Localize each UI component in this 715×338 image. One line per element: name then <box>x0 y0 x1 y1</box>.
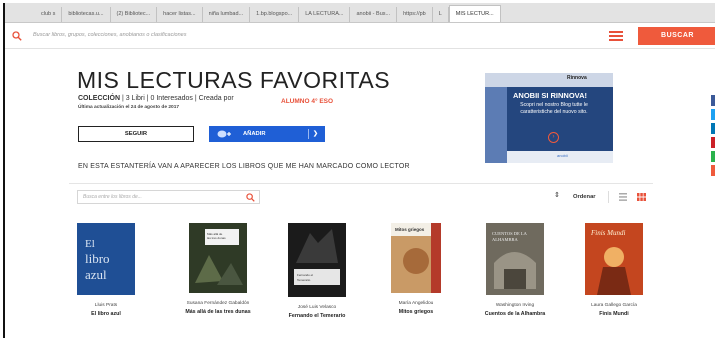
site-search-bar: Buscar libros, grupos, colecciones, anob… <box>5 25 715 49</box>
svg-text:azul: azul <box>85 267 107 282</box>
book-item[interactable]: Mitos griegos María Angelidou Mitos grie… <box>376 223 456 315</box>
browser-tab-active[interactable]: MIS LECTUR... <box>448 5 501 22</box>
book-title[interactable]: Fernando el Temerario <box>277 313 357 320</box>
library-search-placeholder: Busca entre los libros de... <box>83 194 142 200</box>
browser-tab[interactable]: hacer listas... <box>157 7 203 22</box>
menu-icon[interactable] <box>609 31 623 41</box>
search-icon[interactable] <box>246 193 255 202</box>
whatsapp-icon[interactable] <box>711 151 715 162</box>
list-view-icon[interactable] <box>619 193 627 201</box>
owner-link[interactable]: ALUMNO 4° ESO <box>281 98 333 105</box>
svg-text:Mitos griegos: Mitos griegos <box>395 227 425 232</box>
book-author[interactable]: Susana Fernández Gabaldón <box>178 301 258 307</box>
book-title[interactable]: El libro azul <box>66 311 146 318</box>
add-button-label: AÑADIR <box>243 131 266 137</box>
browser-tab[interactable]: bibliotecas.u... <box>62 7 111 22</box>
ad-headline: ANOBII SI RINNOVA! <box>513 91 588 100</box>
interested-count[interactable]: 0 Interesados <box>151 95 193 102</box>
page-title: MIS LECTURAS FAVORITAS <box>77 67 391 93</box>
shelf-description: EN ESTA ESTANTERÍA VAN A APARECER LOS LI… <box>78 163 410 170</box>
last-updated: Última actualización el 24 de agosto de … <box>78 105 180 110</box>
browser-tab[interactable]: (2) Bibliotec... <box>111 7 158 22</box>
facebook-icon[interactable] <box>711 95 715 106</box>
library-search-input[interactable]: Busca entre los libros de... <box>77 190 260 204</box>
browser-tab[interactable]: 1.bp.blogspo... <box>250 7 300 22</box>
search-button[interactable]: BUSCAR <box>638 27 715 45</box>
twitter-icon[interactable] <box>711 109 715 120</box>
sort-button[interactable]: Ordenar <box>573 194 596 200</box>
book-author[interactable]: Lluis Prats <box>66 303 146 309</box>
book-cover[interactable]: El libro azul <box>77 223 135 295</box>
book-item[interactable]: Más allá de las tres dunas Susana Fernán… <box>178 223 258 315</box>
linkedin-icon[interactable] <box>711 123 715 134</box>
ad-strip <box>485 73 613 87</box>
ad-body: Scopri nel nostro Blog tutte le caratter… <box>520 102 588 115</box>
browser-tab[interactable]: club s <box>35 7 63 22</box>
book-item[interactable]: El libro azul Lluis Prats El libro azul <box>66 223 146 317</box>
svg-text:El: El <box>85 238 95 250</box>
svg-text:Fernando el: Fernando el <box>297 273 313 277</box>
book-author[interactable]: Washington Irving <box>475 303 555 309</box>
browser-tab[interactable]: https://pb <box>397 7 433 22</box>
book-item[interactable]: Fernando el Temerario José Luis Velasco … <box>277 223 357 319</box>
ad-footer: anobii <box>507 151 613 163</box>
follow-button[interactable]: SEGUIR <box>78 126 194 142</box>
search-icon[interactable] <box>12 31 22 41</box>
ad-footer-logo: anobii <box>557 153 568 158</box>
add-shelf-icon <box>217 130 231 138</box>
book-cover[interactable]: Fernando el Temerario <box>288 223 346 297</box>
book-cover[interactable]: Finis Mundi <box>585 223 643 295</box>
book-cover[interactable]: CUENTOS DE LA ALHAMBRA <box>486 223 544 295</box>
svg-text:Finis Mundi: Finis Mundi <box>590 229 625 237</box>
arrow-right-icon[interactable]: › <box>548 132 559 143</box>
svg-text:CUENTOS DE LA: CUENTOS DE LA <box>492 231 528 236</box>
book-title[interactable]: Más allá de las tres dunas <box>178 309 258 316</box>
svg-text:ALHAMBRA: ALHAMBRA <box>492 237 519 242</box>
browser-window: club s bibliotecas.u... (2) Bibliotec...… <box>3 3 715 338</box>
share-icon[interactable] <box>711 165 715 176</box>
browser-tab[interactable]: anobii - Bus... <box>350 7 398 22</box>
book-item[interactable]: Finis Mundi Laura Gallego García Finis M… <box>574 223 654 317</box>
search-input[interactable]: Buscar libros, grupos, colecciones, anob… <box>33 32 186 38</box>
divider <box>308 129 309 139</box>
browser-tab[interactable]: L <box>433 7 449 22</box>
ad-top-word: Rinnova <box>567 75 587 81</box>
divider <box>608 191 609 203</box>
chevron-right-icon[interactable]: ❯ <box>313 126 318 142</box>
svg-text:libro: libro <box>85 251 110 266</box>
svg-text:Temerario: Temerario <box>297 278 311 282</box>
book-item[interactable]: CUENTOS DE LA ALHAMBRA Washington Irving… <box>475 223 555 317</box>
tab-strip: club s bibliotecas.u... (2) Bibliotec...… <box>5 3 715 23</box>
browser-tab[interactable]: niña lumbad... <box>203 7 251 22</box>
grid-view-icon[interactable] <box>637 193 646 201</box>
book-cover[interactable]: Mitos griegos <box>391 223 441 293</box>
shelf-meta: COLECCIÓN | 3 Libri | 0 Interesados | Cr… <box>78 95 234 102</box>
book-author[interactable]: José Luis Velasco <box>277 305 357 311</box>
collection-label: COLECCIÓN <box>78 95 120 102</box>
books-count[interactable]: 3 Libri <box>126 95 145 102</box>
browser-tab[interactable]: LA LECTURA... <box>299 7 351 22</box>
ad-banner[interactable]: Rinnova ANOBII SI RINNOVA! Scopri nel no… <box>485 73 613 163</box>
book-cover[interactable]: Más allá de las tres dunas <box>189 223 247 293</box>
created-by-label: Creada por <box>198 95 234 102</box>
sort-icon[interactable]: ⇕ <box>554 191 560 199</box>
add-button[interactable]: AÑADIR ❯ <box>209 126 325 142</box>
ad-side-panel <box>485 87 507 163</box>
book-title[interactable]: Finis Mundi <box>574 311 654 318</box>
book-author[interactable]: María Angelidou <box>376 301 456 307</box>
book-title[interactable]: Cuentos de la Alhambra <box>475 311 555 318</box>
book-author[interactable]: Laura Gallego García <box>574 303 654 309</box>
divider <box>69 183 653 184</box>
svg-text:las tres dunas: las tres dunas <box>207 236 226 240</box>
pinterest-icon[interactable] <box>711 137 715 148</box>
book-title[interactable]: Mitos griegos <box>376 309 456 316</box>
